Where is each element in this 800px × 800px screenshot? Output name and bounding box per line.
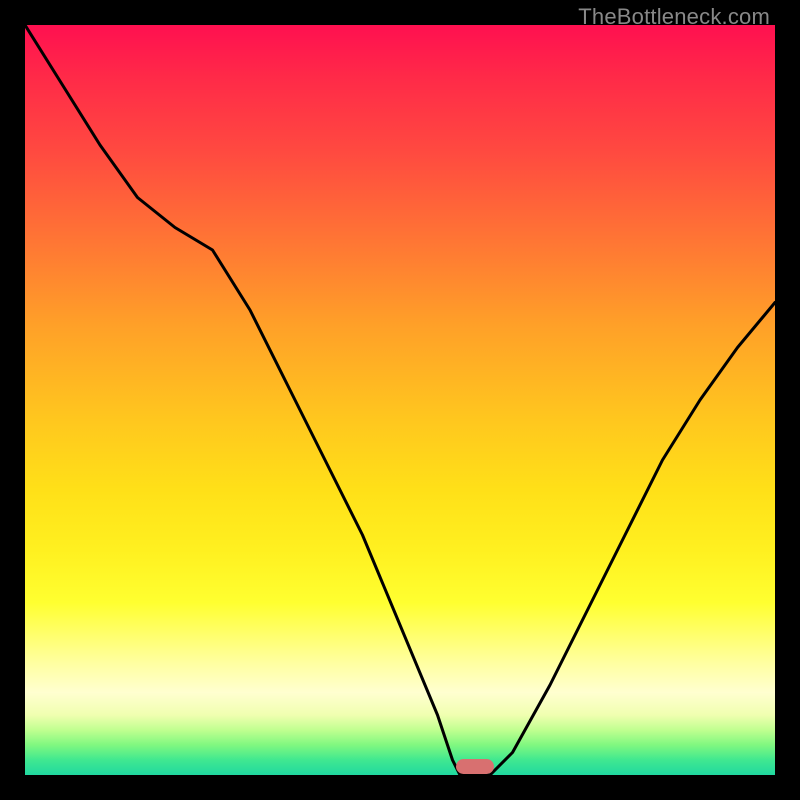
curve-path [25, 25, 775, 775]
plot-area [25, 25, 775, 775]
chart-frame: TheBottleneck.com [0, 0, 800, 800]
optimal-marker [456, 759, 494, 774]
bottleneck-curve [25, 25, 775, 775]
